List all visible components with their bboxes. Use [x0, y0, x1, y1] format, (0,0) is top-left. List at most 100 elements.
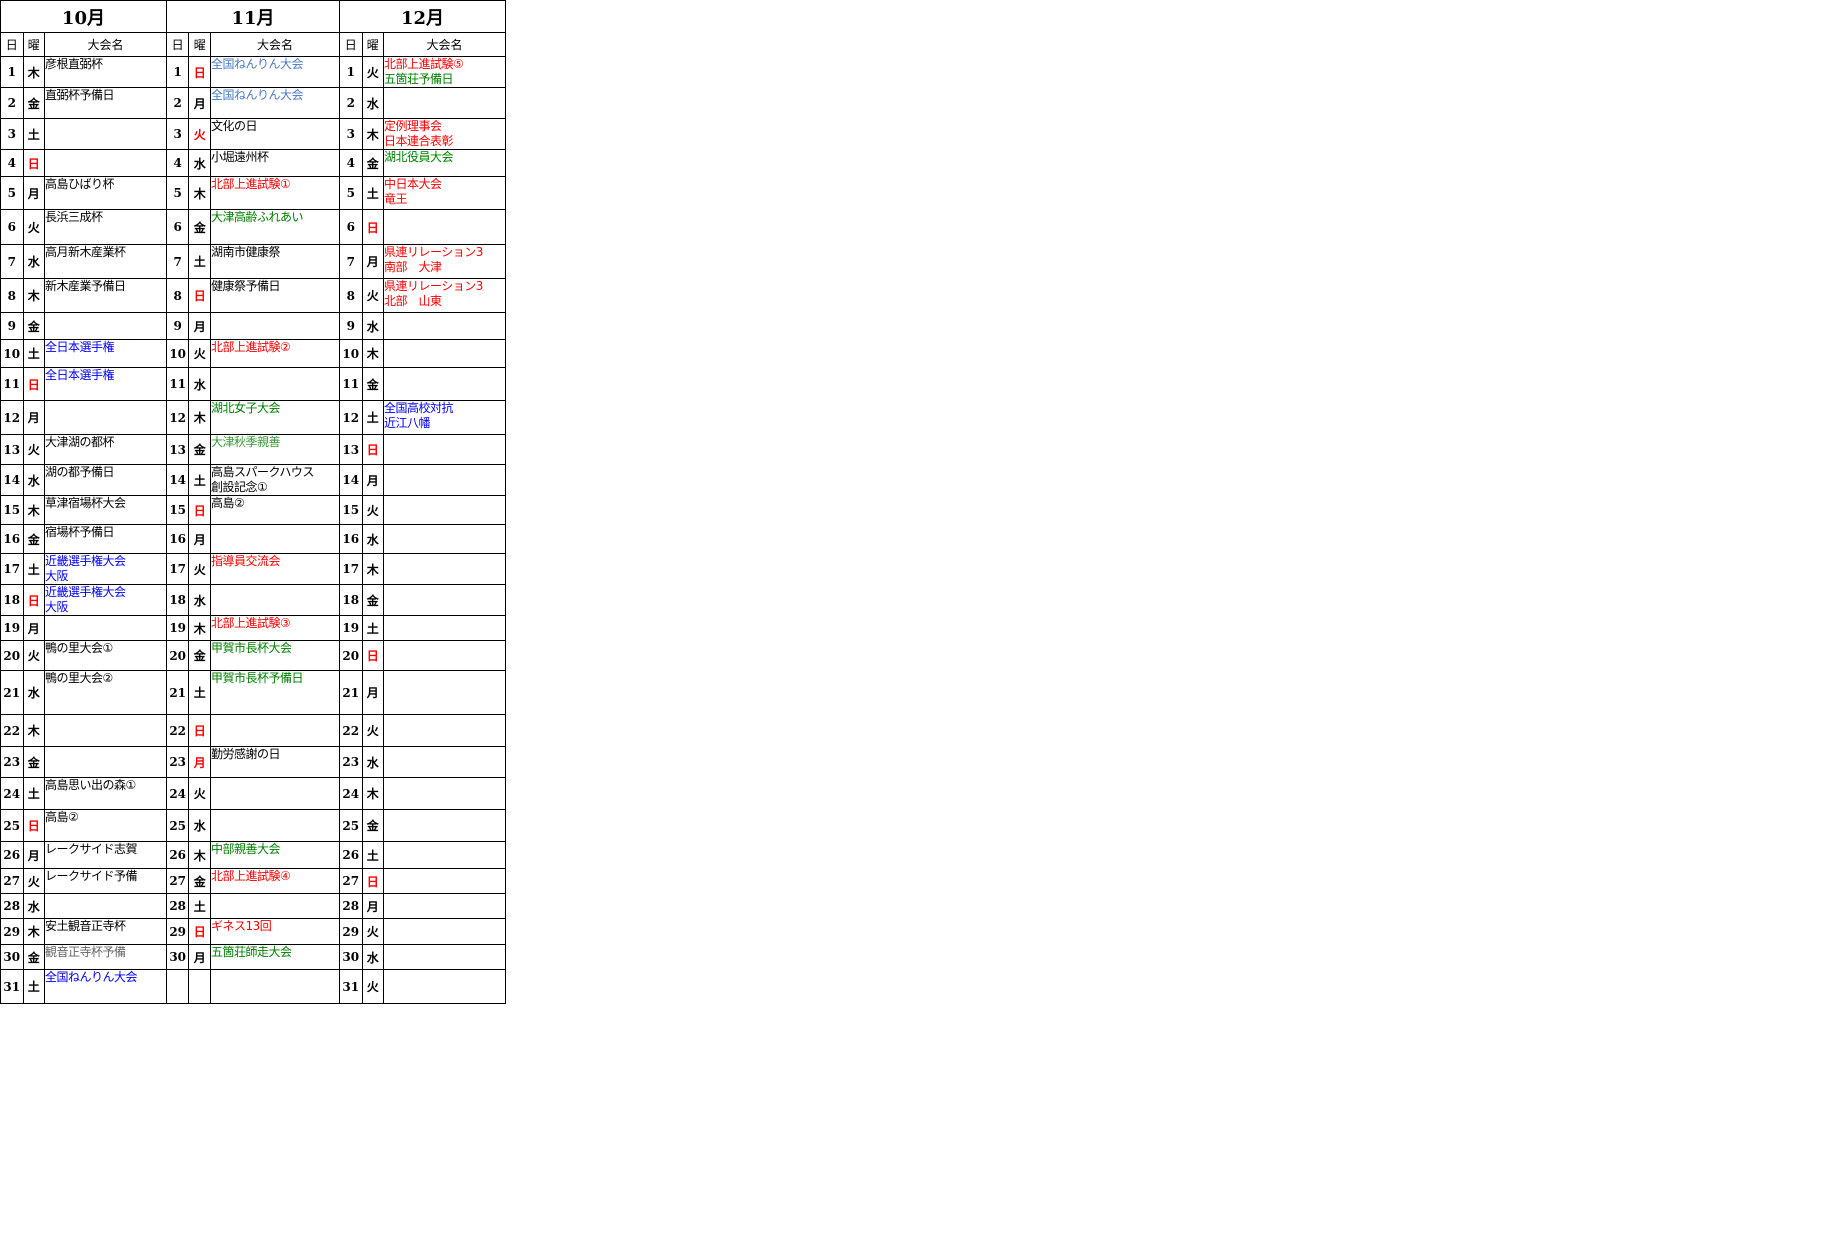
day-number: 17 — [0, 553, 24, 585]
event-cell — [383, 615, 506, 641]
day-number: 12 — [165, 400, 190, 435]
weekday-cell: 火 — [22, 209, 46, 245]
day-column-header: 日 — [0, 32, 24, 57]
event-name: 中日本大会 — [384, 177, 443, 192]
weekday-cell: 金 — [188, 640, 211, 671]
weekday-cell: 火 — [188, 777, 211, 810]
event-name: 南部 大津 — [384, 260, 443, 274]
weekday-cell: 月 — [188, 944, 211, 970]
weekday-cell: 月 — [188, 524, 211, 554]
event-cell: 近畿選手権大会 大阪 — [44, 553, 167, 585]
table-row: 3 土 3 火文化の日 3 木定例理事会 日本連合表彰 — [0, 118, 506, 150]
event-name: 高島思い出の森① — [45, 778, 137, 793]
event-name: 北部上進試験⑤ — [384, 57, 464, 72]
day-number: 31 — [339, 969, 363, 1004]
event-cell — [383, 640, 506, 671]
weekday-cell: 火 — [361, 969, 385, 1004]
weekday-cell: 木 — [22, 56, 46, 88]
event-cell: 大津秋季親善 — [209, 434, 341, 465]
weekday-cell: 日 — [361, 209, 385, 245]
day-number: 29 — [0, 918, 24, 945]
event-cell: 小堀遠州杯 — [209, 149, 341, 177]
event-cell — [44, 149, 167, 177]
event-name: 大阪 — [45, 569, 69, 583]
weekday-cell: 月 — [22, 615, 46, 641]
table-row: 16 金宿場杯予備日 16 月 16 水 — [0, 524, 506, 554]
weekday-cell: 火 — [361, 56, 385, 88]
event-cell — [209, 893, 341, 919]
day-number: 11 — [339, 367, 363, 401]
weekday-cell: 日 — [188, 495, 211, 525]
weekday-cell: 土 — [188, 464, 211, 496]
event-name: 高島② — [45, 810, 79, 825]
event-name: 湖北役員大会 — [384, 150, 454, 165]
day-number: 25 — [165, 809, 190, 842]
weekday-cell: 金 — [22, 87, 46, 119]
event-cell: 湖南市健康祭 — [209, 244, 341, 279]
event-cell — [383, 777, 506, 810]
event-calendar-table: 10月 11月 12月 日 曜 大会名 日 曜 大会名 日 曜 大会名 1 木彦根… — [0, 0, 506, 1004]
day-number: 7 — [165, 244, 190, 279]
empty-cell — [209, 969, 341, 1004]
weekday-cell: 水 — [361, 746, 385, 778]
event-name: 全日本選手権 — [45, 368, 115, 383]
weekday-cell: 金 — [188, 209, 211, 245]
event-cell — [383, 714, 506, 747]
day-number: 12 — [339, 400, 363, 435]
event-name: 湖南市健康祭 — [210, 245, 280, 260]
event-name: 近江八幡 — [384, 416, 431, 430]
day-number: 9 — [0, 312, 24, 340]
table-row: 18 日近畿選手権大会 大阪 18 水 18 金 — [0, 584, 506, 616]
day-number: 10 — [165, 339, 190, 368]
weekday-cell: 火 — [361, 278, 385, 313]
day-number: 9 — [165, 312, 190, 340]
weekday-cell: 日 — [22, 809, 46, 842]
day-number: 4 — [165, 149, 190, 177]
event-cell: 北部上進試験④ — [209, 868, 341, 894]
event-cell: 彦根直弼杯 — [44, 56, 167, 88]
day-number: 17 — [165, 553, 190, 585]
event-cell — [383, 339, 506, 368]
event-cell: 新木産業予備日 — [44, 278, 167, 313]
weekday-cell: 日 — [22, 149, 46, 177]
event-name: 日本連合表彰 — [384, 134, 454, 148]
event-name: 全国ねんりん大会 — [210, 57, 303, 72]
event-cell: 定例理事会 日本連合表彰 — [383, 118, 506, 150]
event-cell — [383, 553, 506, 585]
day-number: 15 — [0, 495, 24, 525]
weekday-cell: 土 — [188, 893, 211, 919]
weekday-cell: 木 — [188, 615, 211, 641]
weekday-cell: 日 — [361, 868, 385, 894]
day-number: 24 — [0, 777, 24, 810]
event-name: 鴨の里大会① — [45, 641, 114, 656]
event-cell — [383, 434, 506, 465]
month-header: 10月 — [0, 0, 167, 33]
table-row: 5 月高島ひばり杯 5 木北部上進試験① 5 土中日本大会 竜王 — [0, 176, 506, 210]
event-cell: 宿場杯予備日 — [44, 524, 167, 554]
event-name: 文化の日 — [210, 119, 257, 134]
event-name: 定例理事会 — [384, 119, 443, 134]
weekday-cell: 日 — [188, 56, 211, 88]
table-row: 31 土全国ねんりん大会 31 火 — [0, 969, 506, 1004]
day-number: 6 — [0, 209, 24, 245]
event-cell: 高島② — [44, 809, 167, 842]
weekday-cell: 金 — [188, 868, 211, 894]
weekday-cell: 火 — [22, 868, 46, 894]
event-cell — [383, 944, 506, 970]
weekday-cell: 木 — [188, 400, 211, 435]
event-name: 宿場杯予備日 — [45, 525, 115, 540]
event-cell: 健康祭予備日 — [209, 278, 341, 313]
weekday-cell: 火 — [188, 118, 211, 150]
day-number: 23 — [339, 746, 363, 778]
event-cell — [209, 312, 341, 340]
day-number: 20 — [339, 640, 363, 671]
month-header: 12月 — [339, 0, 506, 33]
weekday-cell: 土 — [361, 400, 385, 435]
event-cell — [383, 969, 506, 1004]
event-name: 中部親善大会 — [210, 842, 280, 857]
weekday-cell: 木 — [361, 777, 385, 810]
table-row: 15 木草津宿場杯大会 15 日高島② 15 火 — [0, 495, 506, 525]
event-cell: 高島思い出の森① — [44, 777, 167, 810]
day-number: 5 — [0, 176, 24, 210]
weekday-cell: 火 — [361, 714, 385, 747]
